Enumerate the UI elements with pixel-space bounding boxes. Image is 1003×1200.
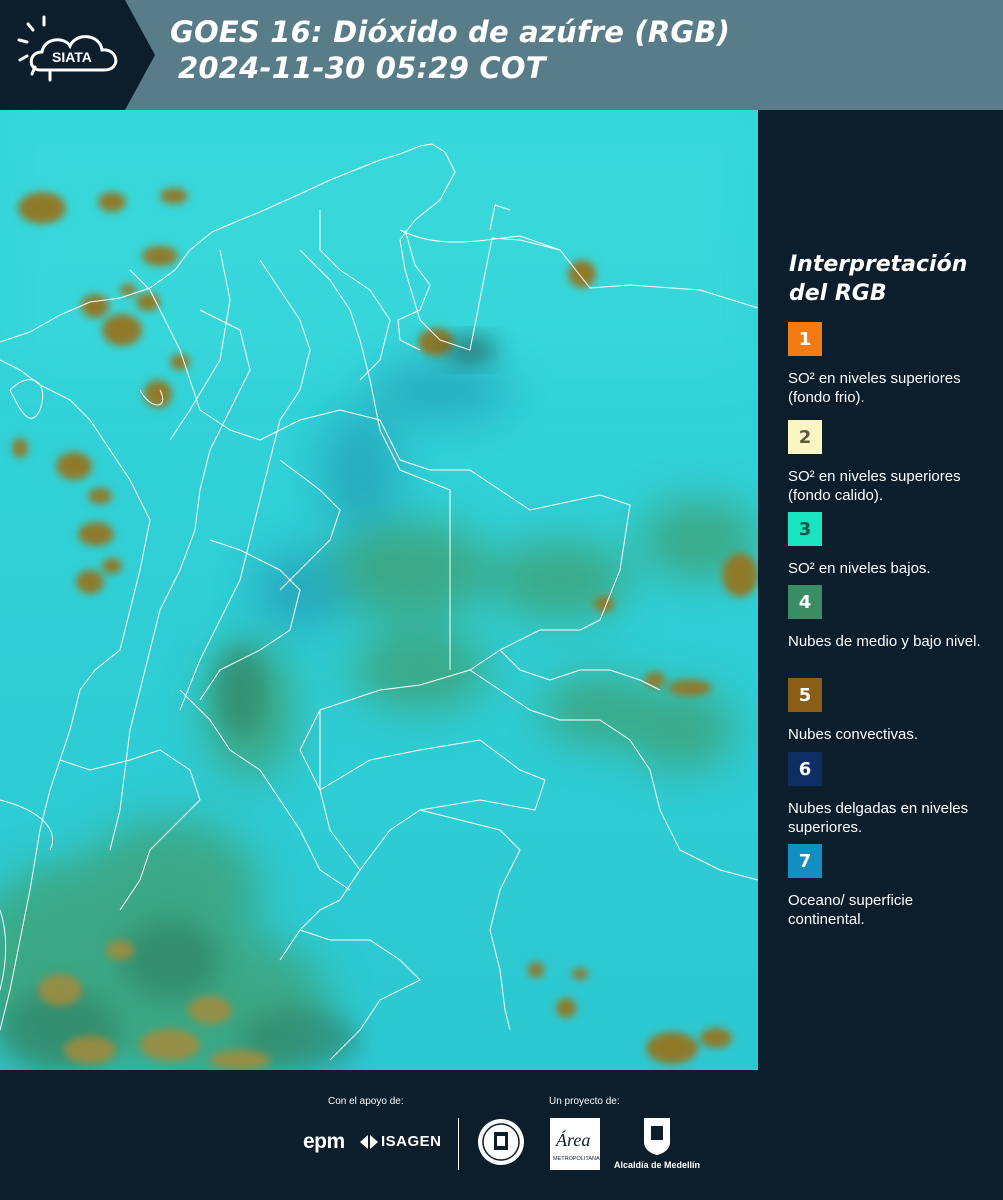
satellite-map <box>0 110 758 1070</box>
isagen-logo: ISAGEN <box>360 1133 442 1150</box>
legend-swatch: 7 <box>788 844 822 878</box>
svg-text:METROPOLITANA: METROPOLITANA <box>553 1156 600 1162</box>
legend-swatch: 4 <box>788 585 822 619</box>
alcaldia-shield-icon <box>644 1118 670 1155</box>
title-line-2: 2024-11-30 05:29 COT <box>178 51 546 85</box>
legend-item-6: 6 Nubes delgadas en niveles superiores. <box>788 752 993 837</box>
legend-item-2: 2 SO² en niveles superiores (fondo calido… <box>788 420 993 505</box>
legend-item-3: 3 SO² en niveles bajos. <box>788 512 993 578</box>
legend-panel: Interpretación del RGB 1 SO² en niveles s… <box>758 110 1003 1070</box>
legend-item-4: 4 Nubes de medio y bajo nivel. <box>788 585 993 651</box>
legend-label: Oceano/ superficie continental. <box>788 892 914 928</box>
footer: Con el apoyo de: Un proyecto de: epm ISA… <box>0 1070 1003 1200</box>
siata-logo: SIATA <box>0 0 155 110</box>
alcaldia-logo: Alcaldía de Medellín <box>612 1116 702 1172</box>
svg-text:Área: Área <box>555 1129 590 1150</box>
university-seal-icon <box>478 1119 524 1165</box>
legend-label: SO² en niveles superiores (fondo frio). <box>788 370 961 406</box>
legend-item-1: 1 SO² en niveles superiores (fondo frio). <box>788 322 993 407</box>
alcaldia-label: Alcaldía de Medellín <box>613 1160 701 1170</box>
isagen-icon <box>360 1135 378 1150</box>
legend-label: Nubes de medio y bajo nivel. <box>788 633 981 650</box>
footer-divider <box>458 1118 459 1170</box>
legend-swatch: 3 <box>788 512 822 546</box>
legend-label: Nubes delgadas en niveles superiores. <box>788 800 969 836</box>
title-line-1: GOES 16: Dióxido de azúfre (RGB) <box>170 15 731 49</box>
area-metropolitana-logo: Área METROPOLITANA <box>550 1118 600 1170</box>
legend-label: Nubes convectivas. <box>788 726 919 743</box>
legend-item-7: 7 Oceano/ superficie continental. <box>788 844 993 929</box>
epm-logo: epm <box>303 1130 345 1153</box>
header-bar: SIATA GOES 16: Dióxido de azúfre (RGB) 2… <box>0 0 1003 110</box>
legend-label: SO² en niveles superiores (fondo calido)… <box>788 468 961 504</box>
satellite-image <box>0 110 758 1070</box>
legend-title: Interpretación del RGB <box>789 250 989 308</box>
page-title: GOES 16: Dióxido de azúfre (RGB) 2024-11… <box>170 14 730 86</box>
support-label: Con el apoyo de: <box>328 1096 404 1107</box>
legend-title-line-2: del RGB <box>789 281 887 306</box>
legend-label: SO² en niveles bajos. <box>788 560 931 577</box>
legend-swatch: 2 <box>788 420 822 454</box>
isagen-label: ISAGEN <box>381 1133 442 1150</box>
legend-swatch: 5 <box>788 678 822 712</box>
legend-item-5: 5 Nubes convectivas. <box>788 678 993 744</box>
project-label: Un proyecto de: <box>549 1096 620 1107</box>
legend-swatch: 6 <box>788 752 822 786</box>
legend-title-line-1: Interpretación <box>789 252 968 277</box>
svg-text:SIATA: SIATA <box>52 49 92 65</box>
legend-swatch: 1 <box>788 322 822 356</box>
